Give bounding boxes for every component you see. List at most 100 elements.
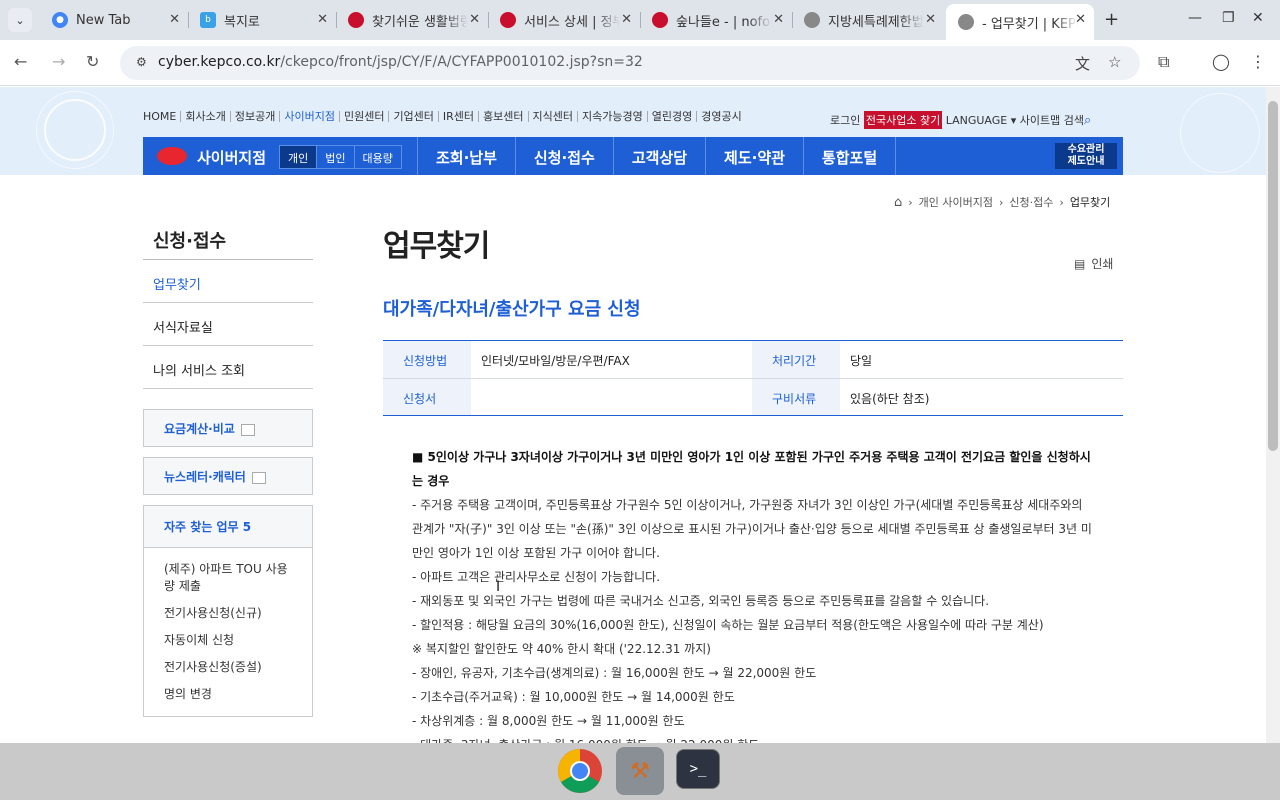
gnb-portal[interactable]: 통합포털: [802, 137, 897, 175]
close-tab-icon[interactable]: ✕: [169, 12, 180, 27]
scrollbar-thumb[interactable]: [1268, 101, 1278, 451]
chrome-dock-icon[interactable]: [556, 747, 604, 795]
tab-new-tab[interactable]: ● New Tab ✕: [40, 4, 188, 36]
description-line: ※ 복지할인 할인한도 약 40% 한시 확대 ('22.12.31 까지): [412, 642, 711, 656]
globe-icon: [804, 12, 820, 28]
gnb-apply[interactable]: 신청·접수: [514, 137, 613, 175]
close-tab-icon[interactable]: ✕: [773, 12, 784, 27]
lnb-item-my-service[interactable]: 나의 서비스 조회: [143, 346, 313, 389]
network-tool-dock-icon[interactable]: ⚒: [616, 747, 664, 795]
search-link[interactable]: 검색: [1064, 112, 1084, 128]
close-tab-icon[interactable]: ✕: [469, 12, 480, 27]
faq-title: 자주 찾는 업무 5: [144, 506, 312, 548]
description-line: - 차상위계층 : 월 8,000원 한도 → 월 11,000원 한도: [412, 714, 685, 728]
breadcrumb-level2[interactable]: 신청·접수: [1009, 194, 1053, 210]
site-info-icon[interactable]: ⚙: [136, 55, 147, 69]
close-tab-icon[interactable]: ✕: [317, 12, 328, 27]
login-link[interactable]: 로그인: [830, 112, 860, 128]
web-page: HOME 회사소개 정보공개 사이버지점 민원센터 기업센터 IR센터 홍보센터…: [0, 87, 1266, 743]
extensions-icon[interactable]: ⧉: [1158, 52, 1169, 72]
page-scrollbar[interactable]: [1266, 87, 1280, 743]
faq-item[interactable]: (제주) 아파트 TOU 사용량 제출: [144, 556, 312, 600]
faq-item[interactable]: 전기사용신청(신규): [144, 600, 312, 627]
tab-kepco-active[interactable]: - 업무찾기 | KEPCO✕: [946, 4, 1094, 40]
util-civil[interactable]: 민원센터: [338, 111, 388, 122]
home-icon[interactable]: ⌂: [894, 195, 902, 210]
gnb-consult[interactable]: 고객상담: [612, 137, 705, 175]
sitemap-link[interactable]: 사이트맵: [1020, 112, 1060, 128]
description-line: - 장애인, 유공자, 기초수급(생계의료) : 월 16,000원 한도 → …: [412, 666, 817, 680]
translate-icon[interactable]: 文: [1075, 53, 1090, 74]
segment-personal[interactable]: 개인: [280, 146, 317, 168]
new-tab-plus-icon[interactable]: +: [1104, 9, 1119, 30]
close-tab-icon[interactable]: ✕: [1075, 12, 1086, 27]
tab-local-tax[interactable]: 지방세특례제한법 ✕: [792, 4, 944, 36]
site-header: HOME 회사소개 정보공개 사이버지점 민원센터 기업센터 IR센터 홍보센터…: [0, 87, 1266, 175]
util-business[interactable]: 기업센터: [388, 111, 437, 122]
segment-large[interactable]: 대용량: [353, 146, 401, 168]
tab-forest[interactable]: 숲나들e - | nofolk ✕: [640, 4, 792, 36]
form-download[interactable]: [471, 379, 752, 415]
search-icon[interactable]: ⌕: [1084, 113, 1091, 128]
customer-type-toggle: 개인 법인 대용량: [279, 145, 402, 169]
close-tab-icon[interactable]: ✕: [925, 12, 936, 27]
bokjiro-icon: b: [200, 12, 216, 28]
util-pr[interactable]: 홍보센터: [478, 111, 527, 122]
gnb-inquiry-pay[interactable]: 조회·납부: [417, 137, 515, 175]
util-public[interactable]: 경영공시: [696, 111, 745, 122]
globe-icon: [958, 14, 974, 30]
close-tab-icon[interactable]: ✕: [621, 12, 632, 27]
language-select[interactable]: LANGUAGE: [946, 114, 1008, 127]
restore-icon[interactable]: ❐: [1222, 10, 1235, 26]
faq-item[interactable]: 명의 변경: [144, 681, 312, 708]
gov-icon: [348, 12, 364, 28]
description-line: - 대가족, 3자녀, 출산가구 : 월 16,000원 한도 → 월 22,0…: [412, 733, 1096, 743]
tab-search-chevron-icon[interactable]: ⌄: [8, 8, 32, 32]
faq-item[interactable]: 전기사용신청(증설): [144, 654, 312, 681]
address-bar[interactable]: ⚙ cyber.kepco.co.kr/ckepco/front/jsp/CY/…: [120, 46, 1140, 80]
lnb-item-find-task[interactable]: 업무찾기: [143, 260, 313, 303]
terminal-dock-icon[interactable]: >_: [676, 749, 720, 789]
util-home[interactable]: HOME: [143, 111, 180, 122]
info-table: 신청방법 인터넷/모바일/방문/우편/FAX 처리기간 당일 신청서 구비서류 …: [383, 340, 1123, 416]
back-arrow-icon[interactable]: ←: [14, 52, 27, 71]
gnb-site-title[interactable]: 사이버지점: [197, 147, 266, 168]
forward-arrow-icon[interactable]: →: [52, 52, 65, 71]
newsletter-box[interactable]: 뉴스레터·캐릭터: [143, 457, 313, 495]
util-knowledge[interactable]: 지식센터: [527, 111, 577, 122]
util-disclosure[interactable]: 정보공개: [229, 111, 279, 122]
util-ir[interactable]: IR센터: [437, 111, 478, 122]
faq-box: 자주 찾는 업무 5 (제주) 아파트 TOU 사용량 제출 전기사용신청(신규…: [143, 505, 313, 717]
profile-icon[interactable]: ◯: [1212, 52, 1230, 71]
kepco-logo[interactable]: [157, 147, 187, 165]
tab-gov24[interactable]: 서비스 상세 | 정부24✕: [488, 4, 640, 36]
lnb-item-forms[interactable]: 서식자료실: [143, 303, 313, 346]
url-text[interactable]: cyber.kepco.co.kr/ckepco/front/jsp/CY/F/…: [158, 54, 643, 70]
close-window-icon[interactable]: ✕: [1252, 10, 1264, 26]
description-line: - 주거용 주택용 고객이며, 주민등록표상 가구원수 5인 이상이거나, 가구…: [412, 498, 1092, 560]
reload-icon[interactable]: ↻: [86, 52, 99, 71]
print-button[interactable]: ▤ 인쇄: [1074, 255, 1113, 272]
demand-mgmt-button[interactable]: 수요관리 제도안내: [1055, 143, 1117, 169]
util-sustainability[interactable]: 지속가능경영: [577, 111, 647, 122]
breadcrumb-level1[interactable]: 개인 사이버지점: [919, 194, 993, 210]
util-company[interactable]: 회사소개: [180, 111, 229, 122]
gnb-policy[interactable]: 제도·약관: [705, 137, 803, 175]
lnb-title: 신청·접수: [153, 231, 227, 252]
tab-law[interactable]: 찾기쉬운 생활법령 ✕: [336, 4, 488, 36]
breadcrumb-current: 업무찾기: [1069, 196, 1111, 209]
nearby-office-link[interactable]: 전국사업소 찾기: [863, 111, 943, 129]
segment-corporate[interactable]: 법인: [316, 146, 353, 168]
minimize-icon[interactable]: —: [1188, 10, 1202, 26]
faq-item[interactable]: 자동이체 신청: [144, 627, 312, 654]
browser-toolbar: ← → ↻ ⚙ cyber.kepco.co.kr/ckepco/front/j…: [0, 40, 1280, 86]
gnb-menu: 조회·납부 신청·접수 고객상담 제도·약관 통합포털: [417, 137, 897, 175]
description-heading: ■ 5인이상 가구나 3자녀이상 가구이거나 3년 미만인 영아가 1인 이상 …: [412, 450, 1091, 488]
gov-icon: [500, 12, 516, 28]
menu-kebab-icon[interactable]: ⋮: [1250, 52, 1266, 71]
util-open[interactable]: 열린경영: [646, 111, 696, 122]
tab-bokjiro[interactable]: b 복지로 ✕: [188, 4, 336, 36]
bookmark-star-icon[interactable]: ☆: [1108, 53, 1121, 71]
rate-calc-box[interactable]: 요금계산·비교: [143, 409, 313, 447]
util-cyber[interactable]: 사이버지점: [279, 111, 339, 122]
